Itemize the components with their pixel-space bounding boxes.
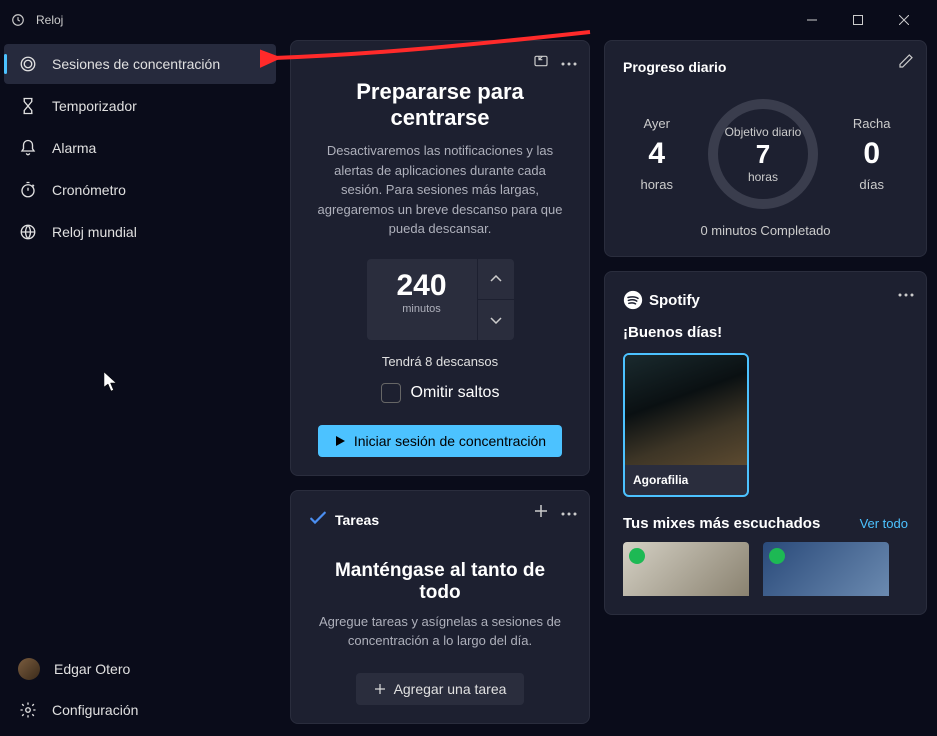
skip-breaks-checkbox[interactable]	[381, 383, 401, 403]
mixes-title: Tus mixes más escuchados	[623, 515, 820, 532]
tasks-add-quick-button[interactable]	[533, 503, 549, 524]
mix-image	[623, 542, 749, 596]
tasks-icon	[309, 509, 327, 532]
focus-card: Prepararse para centrarse Desactivaremos…	[290, 40, 590, 476]
sidebar-item-label: Sesiones de concentración	[52, 56, 220, 72]
progress-edit-button[interactable]	[898, 53, 914, 74]
skip-breaks-label: Omitir saltos	[411, 384, 500, 402]
focus-description: Desactivaremos las notificaciones y las …	[309, 141, 571, 239]
plus-icon	[374, 683, 386, 695]
playlist-name: Agorafilia	[625, 465, 747, 495]
duration-decrease-button[interactable]	[478, 300, 514, 340]
daily-goal-ring: Objetivo diario 7 horas	[708, 99, 818, 209]
sidebar-item-label: Cronómetro	[52, 182, 126, 198]
spotify-logo: Spotify	[623, 290, 908, 310]
mix-card[interactable]	[763, 542, 889, 596]
duration-stepper: 240 minutos	[309, 259, 571, 340]
maximize-button[interactable]	[835, 4, 881, 36]
play-icon	[334, 435, 346, 447]
sidebar-item-alarm[interactable]: Alarma	[4, 128, 276, 168]
tasks-title: Manténgase al tanto de todo	[309, 560, 571, 604]
titlebar: Reloj	[0, 0, 937, 40]
mixes-see-all-link[interactable]: Ver todo	[860, 516, 908, 531]
progress-card: Progreso diario Ayer 4 horas Objetivo di…	[604, 40, 927, 257]
spotify-card: Spotify ¡Buenos días! Agorafilia Tus mix…	[604, 271, 927, 615]
spotify-icon	[623, 290, 643, 310]
sidebar-item-focus-sessions[interactable]: Sesiones de concentración	[4, 44, 276, 84]
user-account[interactable]: Edgar Otero	[4, 648, 276, 690]
spotify-more-button[interactable]	[898, 284, 914, 302]
stopwatch-icon	[18, 180, 38, 200]
sidebar-item-label: Temporizador	[52, 98, 137, 114]
add-task-label: Agregar una tarea	[394, 681, 507, 697]
close-button[interactable]	[881, 4, 927, 36]
focus-title: Prepararse para centrarse	[309, 79, 571, 131]
focus-more-button[interactable]	[561, 53, 577, 74]
sidebar-item-label: Configuración	[52, 702, 138, 718]
spotify-badge-icon	[769, 548, 785, 564]
avatar	[18, 658, 40, 680]
duration-display[interactable]: 240 minutos	[367, 259, 477, 340]
progress-title: Progreso diario	[623, 59, 726, 75]
add-task-button[interactable]: Agregar una tarea	[356, 673, 525, 705]
sidebar-item-stopwatch[interactable]: Cronómetro	[4, 170, 276, 210]
stat-yesterday: Ayer 4 horas	[640, 116, 673, 192]
progress-footer: 0 minutos Completado	[623, 223, 908, 238]
duration-value: 240	[367, 269, 477, 303]
playlist-image	[625, 355, 747, 465]
mix-card[interactable]	[623, 542, 749, 596]
sidebar-item-label: Alarma	[52, 140, 96, 156]
globe-icon	[18, 222, 38, 242]
mix-image	[763, 542, 889, 596]
focus-icon	[18, 54, 38, 74]
bell-icon	[18, 138, 38, 158]
app-icon	[10, 12, 26, 28]
gear-icon	[18, 700, 38, 720]
user-name: Edgar Otero	[54, 661, 130, 677]
tasks-more-button[interactable]	[561, 503, 577, 524]
sidebar-item-label: Reloj mundial	[52, 224, 137, 240]
stat-streak: Racha 0 días	[853, 116, 891, 192]
hourglass-icon	[18, 96, 38, 116]
duration-increase-button[interactable]	[478, 259, 514, 299]
duration-unit: minutos	[367, 303, 477, 315]
spotify-badge-icon	[629, 548, 645, 564]
start-focus-label: Iniciar sesión de concentración	[354, 433, 546, 449]
breaks-text: Tendrá 8 descansos	[309, 354, 571, 369]
playlist-card[interactable]: Agorafilia	[623, 353, 749, 497]
start-focus-button[interactable]: Iniciar sesión de concentración	[318, 425, 562, 457]
minimize-button[interactable]	[789, 4, 835, 36]
sidebar: Sesiones de concentración Temporizador A…	[0, 40, 280, 736]
focus-pip-button[interactable]	[533, 53, 549, 74]
tasks-header: Tareas	[335, 512, 379, 528]
sidebar-item-world-clock[interactable]: Reloj mundial	[4, 212, 276, 252]
sidebar-item-settings[interactable]: Configuración	[4, 690, 276, 730]
app-title: Reloj	[36, 13, 63, 27]
sidebar-item-timer[interactable]: Temporizador	[4, 86, 276, 126]
spotify-greeting: ¡Buenos días!	[623, 324, 908, 341]
tasks-card: Tareas Manténgase al tanto de todo Agreg…	[290, 490, 590, 724]
tasks-description: Agregue tareas y asígnelas a sesiones de…	[309, 612, 571, 651]
